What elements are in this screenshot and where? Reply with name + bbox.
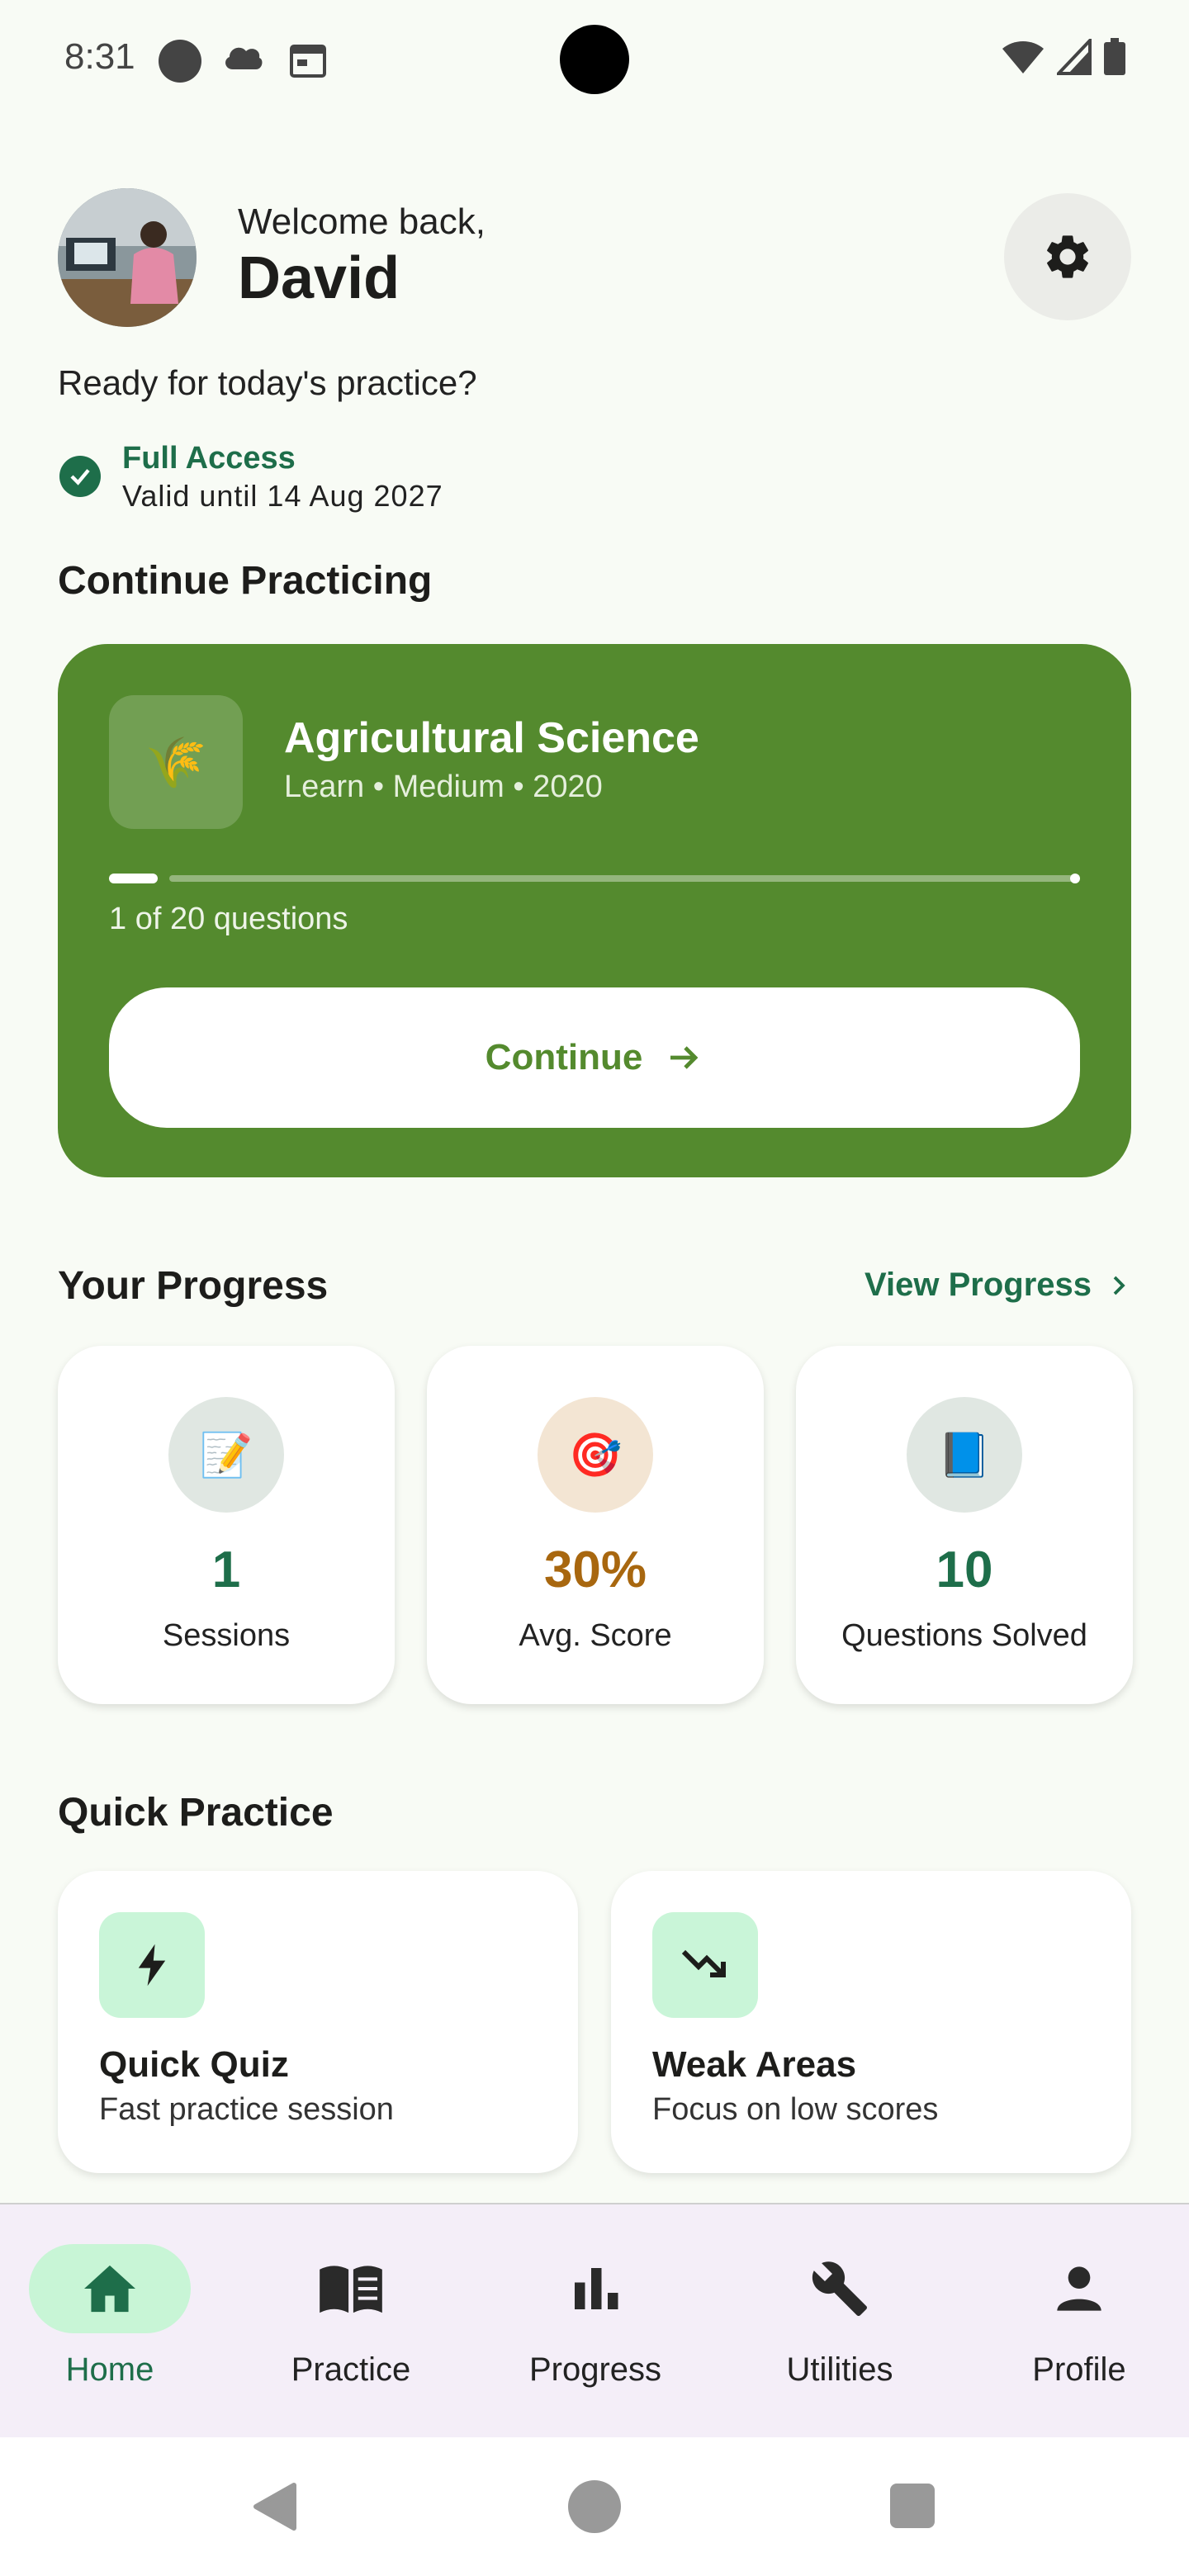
stat-label: Questions Solved — [841, 1618, 1087, 1653]
memo-icon: 📝 — [168, 1397, 284, 1513]
trending-down-icon — [652, 1912, 758, 2018]
welcome-text: Welcome back, — [238, 201, 486, 242]
nav-label: Home — [65, 2351, 154, 2388]
notification-dot-icon — [159, 40, 201, 83]
tagline: Ready for today's practice? — [58, 363, 477, 402]
progress-end-dot — [1070, 874, 1080, 883]
arrow-right-icon — [670, 1046, 699, 1069]
nav-label: Profile — [1032, 2351, 1126, 2388]
subject-meta: Learn • Medium • 2020 — [284, 769, 603, 804]
bottom-navigation: Home Practice Progress Utilities Profile — [0, 2203, 1189, 2437]
battery-icon — [1104, 38, 1125, 75]
nav-label: Utilities — [786, 2351, 893, 2388]
quick-section-title: Quick Practice — [58, 1791, 334, 1835]
nav-item-utilities[interactable]: Utilities — [728, 2244, 951, 2409]
user-name: David — [238, 245, 400, 311]
target-icon: 🎯 — [538, 1397, 653, 1513]
stat-value: 1 — [211, 1541, 241, 1598]
progress-label: 1 of 20 questions — [109, 902, 348, 936]
subject-name: Agricultural Science — [284, 714, 699, 762]
book-icon: 📘 — [907, 1397, 1022, 1513]
avatar[interactable] — [58, 188, 197, 327]
bar-chart-icon — [514, 2244, 676, 2333]
nav-item-practice[interactable]: Practice — [239, 2244, 462, 2409]
access-valid-until: Valid until 14 Aug 2027 — [122, 479, 443, 513]
front-camera — [560, 25, 629, 94]
weak-areas-card[interactable]: Weak Areas Focus on low scores — [611, 1871, 1131, 2173]
cloud-icon — [225, 47, 263, 69]
continue-button-label: Continue — [485, 1037, 643, 1077]
status-bar: 8:31 — [0, 0, 1189, 116]
quick-card-subtitle: Focus on low scores — [652, 2092, 939, 2127]
wrench-icon — [759, 2244, 921, 2333]
nav-label: Practice — [291, 2351, 411, 2388]
stat-label: Avg. Score — [519, 1618, 672, 1653]
book-open-icon — [270, 2244, 432, 2333]
gear-icon — [1047, 235, 1088, 278]
view-progress-label: View Progress — [865, 1267, 1092, 1303]
person-icon — [998, 2244, 1160, 2333]
stat-value: 10 — [936, 1541, 993, 1598]
signal-icon — [1057, 39, 1092, 75]
stat-card-sessions[interactable]: 📝 1 Sessions — [58, 1346, 395, 1704]
bolt-icon — [99, 1912, 205, 2018]
nav-item-home[interactable]: Home — [0, 2244, 221, 2409]
home-icon — [29, 2244, 191, 2333]
check-circle-icon — [59, 456, 101, 497]
progress-fill — [109, 874, 158, 883]
status-time: 8:31 — [64, 36, 135, 77]
quick-card-title: Weak Areas — [652, 2044, 857, 2085]
quick-card-title: Quick Quiz — [99, 2044, 289, 2085]
wifi-icon — [1002, 41, 1044, 73]
nav-item-profile[interactable]: Profile — [968, 2244, 1189, 2409]
progress-bar — [109, 874, 1080, 883]
nav-label: Progress — [528, 2351, 662, 2388]
back-icon[interactable] — [251, 2482, 297, 2531]
system-navigation-bar — [0, 2437, 1189, 2576]
calendar-icon — [290, 45, 326, 78]
wheat-icon: 🌾 — [109, 695, 243, 829]
stat-card-avg-score[interactable]: 🎯 30% Avg. Score — [427, 1346, 764, 1704]
stat-label: Sessions — [162, 1618, 291, 1653]
access-status: Full Access — [122, 441, 296, 476]
continue-card[interactable]: 🌾 Agricultural Science Learn • Medium • … — [58, 644, 1131, 1177]
quick-quiz-card[interactable]: Quick Quiz Fast practice session — [58, 1871, 578, 2173]
continue-section-title: Continue Practicing — [58, 559, 433, 603]
nav-item-progress[interactable]: Progress — [484, 2244, 707, 2409]
view-progress-link[interactable]: View Progress — [865, 1267, 1131, 1304]
stat-value: 30% — [543, 1541, 647, 1598]
quick-card-subtitle: Fast practice session — [99, 2092, 394, 2127]
settings-button[interactable] — [1004, 193, 1131, 320]
progress-section-title: Your Progress — [58, 1264, 329, 1308]
stat-card-questions-solved[interactable]: 📘 10 Questions Solved — [796, 1346, 1133, 1704]
home-nav-icon[interactable] — [568, 2480, 621, 2533]
continue-button[interactable]: Continue — [109, 987, 1080, 1128]
chevron-right-icon — [1113, 1276, 1125, 1295]
recents-icon[interactable] — [890, 2484, 935, 2528]
progress-remaining — [169, 875, 1073, 882]
